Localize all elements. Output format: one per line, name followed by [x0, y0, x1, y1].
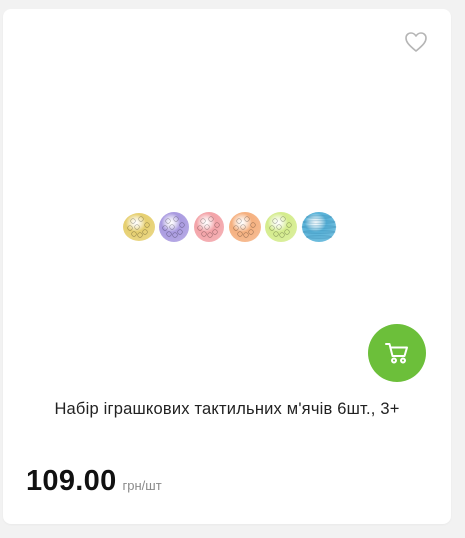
- product-card[interactable]: Набір іграшкових тактильних м'ячів 6шт.,…: [3, 9, 451, 524]
- product-image[interactable]: [115, 205, 339, 249]
- price-unit: грн/шт: [122, 478, 162, 493]
- product-price: 109.00: [26, 465, 117, 497]
- shopping-cart-icon: [385, 343, 408, 364]
- heart-outline-icon: [405, 32, 427, 52]
- add-to-cart-button[interactable]: [368, 324, 426, 382]
- product-title[interactable]: Набір іграшкових тактильних м'ячів 6шт.,…: [3, 400, 451, 419]
- favorite-button[interactable]: [404, 31, 428, 53]
- price-block: 109.00 грн/шт: [26, 465, 162, 498]
